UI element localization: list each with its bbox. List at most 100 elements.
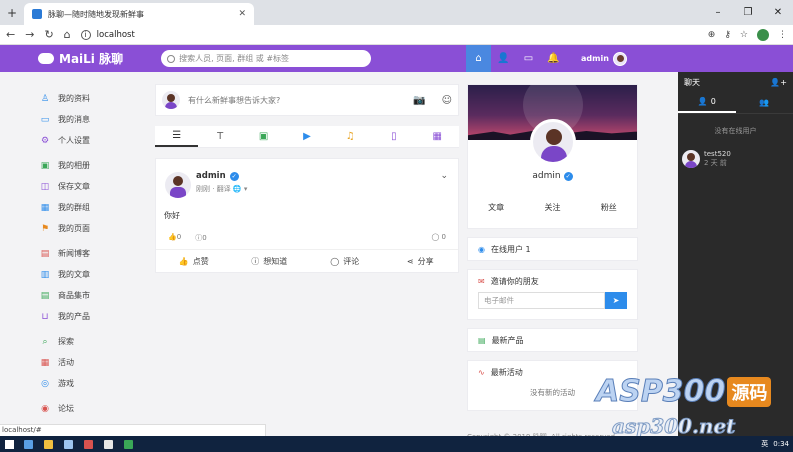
tab-online-users[interactable]: 👤 0 [678, 92, 736, 113]
wonder-label: 想知道 [263, 257, 288, 266]
sidebar-item-label: 我的群组 [58, 203, 90, 212]
emoji-icon[interactable]: ☺ [442, 95, 452, 106]
camera-icon[interactable]: 📷 [413, 95, 425, 106]
send-invite-button[interactable]: ➤ [605, 292, 627, 309]
taskbar-app[interactable] [78, 436, 98, 452]
sidebar-item[interactable]: ⊔ 我的产品 [40, 306, 140, 327]
gear-icon: ⚙ [40, 135, 50, 146]
chevron-down-icon[interactable]: ⌄ [440, 171, 448, 181]
sidebar-item[interactable]: ◫ 保存文章 [40, 176, 140, 197]
wonder-button[interactable]: ⓘ 想知道 [232, 250, 308, 273]
avatar[interactable] [530, 119, 576, 165]
video-icon[interactable]: ▶ [285, 126, 328, 147]
sidebar-item[interactable]: ▥ 我的文章 [40, 264, 140, 285]
sidebar-item[interactable]: ◎ 游戏 [40, 373, 140, 394]
wonder-count-value: 0 [202, 234, 207, 242]
avatar[interactable] [165, 172, 191, 198]
maximize-icon[interactable]: ❐ [733, 7, 763, 18]
image-icon[interactable]: ▣ [242, 126, 285, 147]
search-icon: ⌕ [42, 336, 48, 347]
invite-card: ✉ 邀请你的朋友 电子邮件 ➤ [467, 269, 638, 320]
profile-name-text[interactable]: admin [532, 171, 560, 181]
taskbar: 英 0:34 [0, 436, 793, 452]
sidebar-item-label: 我的文章 [58, 270, 90, 279]
close-window-icon[interactable]: ✕ [763, 7, 793, 18]
location-icon[interactable]: ⊕ [708, 30, 716, 40]
forward-icon[interactable]: → [25, 28, 34, 41]
info-icon[interactable]: i [80, 29, 91, 40]
sidebar-item[interactable]: ▦ 我的群组 [40, 197, 140, 218]
wonder-count[interactable]: ⓘ0 [195, 233, 206, 243]
friend-requests-icon[interactable]: 👤 [491, 45, 516, 72]
post-author-name[interactable]: admin [196, 171, 226, 181]
chat-user[interactable]: test520 2 天 前 [682, 150, 793, 168]
home-nav-icon[interactable]: ⌂ [466, 45, 491, 72]
logo-text: MaiLi 脉聊 [59, 52, 124, 66]
share-button[interactable]: ⋖ 分享 [383, 250, 459, 273]
taskbar-app[interactable] [38, 436, 58, 452]
sidebar-item[interactable]: ▣ 我的相册 [40, 155, 140, 176]
menu-icon[interactable]: ⋮ [778, 30, 787, 40]
search-input[interactable]: 搜索人员, 页面, 群组 或 #标签 [161, 50, 372, 67]
user-menu[interactable]: admin [581, 45, 627, 72]
sidebar-item[interactable]: ▤ 商品集市 [40, 285, 140, 306]
clock[interactable]: 0:34 [773, 440, 789, 448]
reload-icon[interactable]: ↻ [44, 28, 53, 41]
posts-link[interactable]: 文章 [488, 202, 504, 213]
list-icon[interactable]: ☰ [155, 126, 199, 147]
key-icon[interactable]: ⚷ [724, 30, 731, 40]
calendar-icon: ▦ [40, 357, 50, 368]
latest-products-card[interactable]: ▤ 最新产品 [467, 328, 638, 352]
post-composer[interactable]: 有什么新鲜事想告诉大家? 📷 ☺ [155, 84, 459, 116]
file-icon[interactable]: ▯ [372, 126, 415, 147]
sidebar-item[interactable]: ▦ 活动 [40, 352, 140, 373]
logo[interactable]: MaiLi 脉聊 [38, 50, 123, 67]
followers-link[interactable]: 粉丝 [601, 202, 617, 213]
main-feed: 有什么新鲜事想告诉大家? 📷 ☺ ☰ T ▣ ▶ ♫ ▯ ▦ admin ✓ 刚… [155, 84, 459, 273]
notifications-icon[interactable]: 🔔 [541, 45, 566, 72]
minimize-icon[interactable]: – [703, 7, 733, 18]
browser-tab[interactable]: 脉聊—随时随地发现新鲜事 ✕ [24, 3, 254, 25]
following-link[interactable]: 关注 [544, 202, 560, 213]
comment-count[interactable]: ◯ 0 [431, 233, 446, 241]
extension-icon[interactable] [757, 28, 769, 41]
profile-name[interactable]: admin ✓ [468, 171, 637, 181]
sidebar-item[interactable]: ▭ 我的消息 [40, 109, 140, 130]
image-icon: ▣ [40, 160, 50, 171]
star-icon[interactable]: ☆ [740, 30, 748, 40]
taskbar-app[interactable] [118, 436, 138, 452]
tab-groups[interactable]: 👥 [736, 92, 793, 113]
close-tab-icon[interactable]: ✕ [238, 9, 246, 19]
sidebar-item[interactable]: ⚑ 我的页面 [40, 218, 140, 239]
new-tab-button[interactable]: + [0, 0, 24, 25]
sidebar-item[interactable]: ♙ 我的资料 [40, 88, 140, 109]
bookmark-icon: ◫ [40, 181, 50, 192]
post-body: 你好 [164, 211, 180, 220]
like-button[interactable]: 👍 点赞 [156, 250, 232, 273]
sidebar-item[interactable]: ▤ 新闻博客 [40, 243, 140, 264]
keyboard-lang[interactable]: 英 [761, 439, 768, 449]
add-user-icon[interactable]: 👤+ [770, 78, 787, 87]
taskbar-app[interactable] [98, 436, 118, 452]
like-count[interactable]: 👍0 [168, 233, 181, 243]
comment-button[interactable]: ◯ 评论 [307, 250, 383, 273]
taskbar-app[interactable] [58, 436, 78, 452]
sidebar-item[interactable]: ◉ 论坛 [40, 398, 140, 419]
sidebar-item[interactable]: ⚙ 个人设置 [40, 130, 140, 151]
music-icon[interactable]: ♫ [329, 126, 372, 147]
messages-icon[interactable]: ▭ [516, 45, 541, 72]
email-field[interactable]: 电子邮件 [478, 292, 605, 309]
home-icon[interactable]: ⌂ [64, 28, 71, 41]
sidebar-item[interactable]: ⌕ 探索 [40, 331, 140, 352]
back-icon[interactable]: ← [6, 28, 15, 41]
start-button[interactable] [0, 436, 18, 452]
map-icon[interactable]: ▦ [416, 126, 459, 147]
text-icon[interactable]: T [198, 126, 241, 147]
url-field[interactable]: i localhost [80, 29, 698, 40]
post-author[interactable]: admin ✓ [196, 171, 239, 181]
chat-user-time: 2 天 前 [704, 159, 727, 167]
online-users-card[interactable]: ◉ 在线用户 1 [467, 237, 638, 261]
sidebar-item-label: 我的消息 [58, 115, 90, 124]
taskbar-app[interactable] [18, 436, 38, 452]
book-icon: ▥ [40, 269, 50, 280]
